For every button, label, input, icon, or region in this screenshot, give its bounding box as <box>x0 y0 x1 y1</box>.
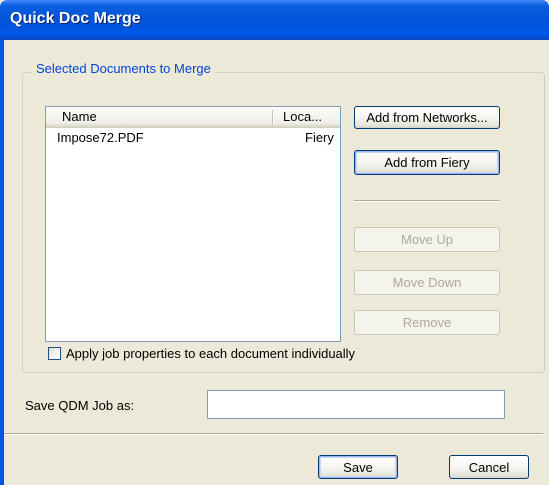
move-down-button[interactable]: Move Down <box>354 270 500 295</box>
add-from-networks-button[interactable]: Add from Networks... <box>354 106 500 129</box>
window-frame <box>0 40 4 485</box>
remove-button[interactable]: Remove <box>354 310 500 335</box>
documents-list[interactable]: Name Loca... Impose72.PDF Fiery <box>45 106 341 342</box>
list-item-location: Fiery <box>305 130 334 145</box>
apply-properties-checkbox[interactable] <box>48 347 61 360</box>
move-up-button[interactable]: Move Up <box>354 227 500 252</box>
list-header: Name Loca... <box>46 107 340 128</box>
save-job-label: Save QDM Job as: <box>25 398 135 413</box>
title-bar[interactable]: Quick Doc Merge <box>0 0 549 40</box>
save-job-input[interactable] <box>207 390 505 419</box>
list-item-name: Impose72.PDF <box>57 130 144 145</box>
column-header-location[interactable]: Loca... <box>273 107 340 127</box>
apply-properties-label[interactable]: Apply job properties to each document in… <box>66 346 355 361</box>
add-from-fiery-button[interactable]: Add from Fiery <box>354 150 500 175</box>
footer-divider <box>4 433 543 434</box>
window-title: Quick Doc Merge <box>10 10 141 27</box>
save-button[interactable]: Save <box>318 455 398 479</box>
groupbox-legend: Selected Documents to Merge <box>32 61 215 76</box>
cancel-button[interactable]: Cancel <box>449 455 529 479</box>
button-divider <box>354 200 499 201</box>
column-header-name[interactable]: Name <box>46 107 272 127</box>
list-item[interactable]: Impose72.PDF Fiery <box>46 129 340 146</box>
